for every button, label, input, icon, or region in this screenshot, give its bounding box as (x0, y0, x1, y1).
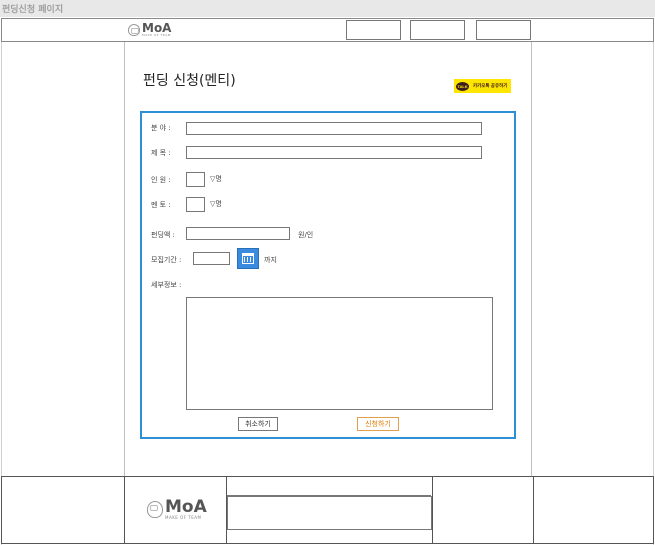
nav-button-1[interactable] (346, 20, 401, 40)
title-label: 제 목 : (151, 149, 171, 157)
footer-info-cell (227, 477, 433, 543)
outer-divider-right (653, 42, 654, 545)
nav-button-2[interactable] (410, 20, 465, 40)
title-input[interactable] (186, 146, 482, 159)
footer-logo-tagline: MAKE OF TEAM (165, 515, 202, 520)
submit-button[interactable]: 신청하기 (357, 417, 399, 431)
people-unit[interactable]: ▽명 (210, 174, 222, 184)
calendar-icon (242, 253, 254, 264)
kakao-talk-icon: TALK (456, 81, 469, 91)
outer-divider-left (1, 42, 2, 545)
footer-logo[interactable]: MoA MAKE OF TEAM (147, 499, 207, 520)
footer-info-box (227, 496, 432, 530)
calendar-button[interactable] (237, 248, 259, 269)
amount-input[interactable] (186, 227, 290, 240)
logo-mascot-icon (128, 23, 140, 36)
footer-logo-cell: MoA MAKE OF TEAM (124, 477, 227, 543)
footer-logo-mascot-icon (147, 501, 163, 518)
logo-tagline: MAKE OF TEAM (142, 33, 171, 37)
period-unit: 까지 (264, 256, 277, 264)
amount-label: 펀딩액 : (151, 231, 175, 239)
mentor-input[interactable] (186, 197, 205, 212)
people-input[interactable] (186, 172, 205, 187)
period-input[interactable] (193, 252, 230, 265)
header: MoA MAKE OF TEAM (1, 18, 654, 42)
detail-textarea[interactable] (186, 297, 493, 410)
amount-unit: 원/인 (298, 231, 314, 239)
page-label: 펀딩신청 페이지 (0, 0, 655, 17)
header-logo[interactable]: MoA MAKE OF TEAM (128, 22, 171, 37)
field-input[interactable] (186, 122, 482, 135)
mentor-label: 멘 토 : (151, 201, 171, 209)
footer-right-cell (433, 477, 534, 543)
nav-button-3[interactable] (476, 20, 531, 40)
page-title: 펀딩 신청(멘티) (143, 73, 236, 89)
kakao-share-label: 카카오톡 공유하기 (473, 83, 508, 88)
field-label: 분 야 : (151, 124, 171, 132)
cancel-button[interactable]: 취소하기 (238, 417, 278, 431)
detail-label: 세부정보 : (151, 281, 182, 289)
mentor-unit[interactable]: ▽명 (210, 199, 222, 209)
footer-logo-word: MoA (165, 497, 207, 517)
kakao-share-button[interactable]: TALK 카카오톡 공유하기 (454, 79, 511, 93)
period-label: 모집기간 : (151, 256, 182, 264)
people-label: 인 원 : (151, 176, 171, 184)
footer: MoA MAKE OF TEAM (1, 476, 654, 544)
